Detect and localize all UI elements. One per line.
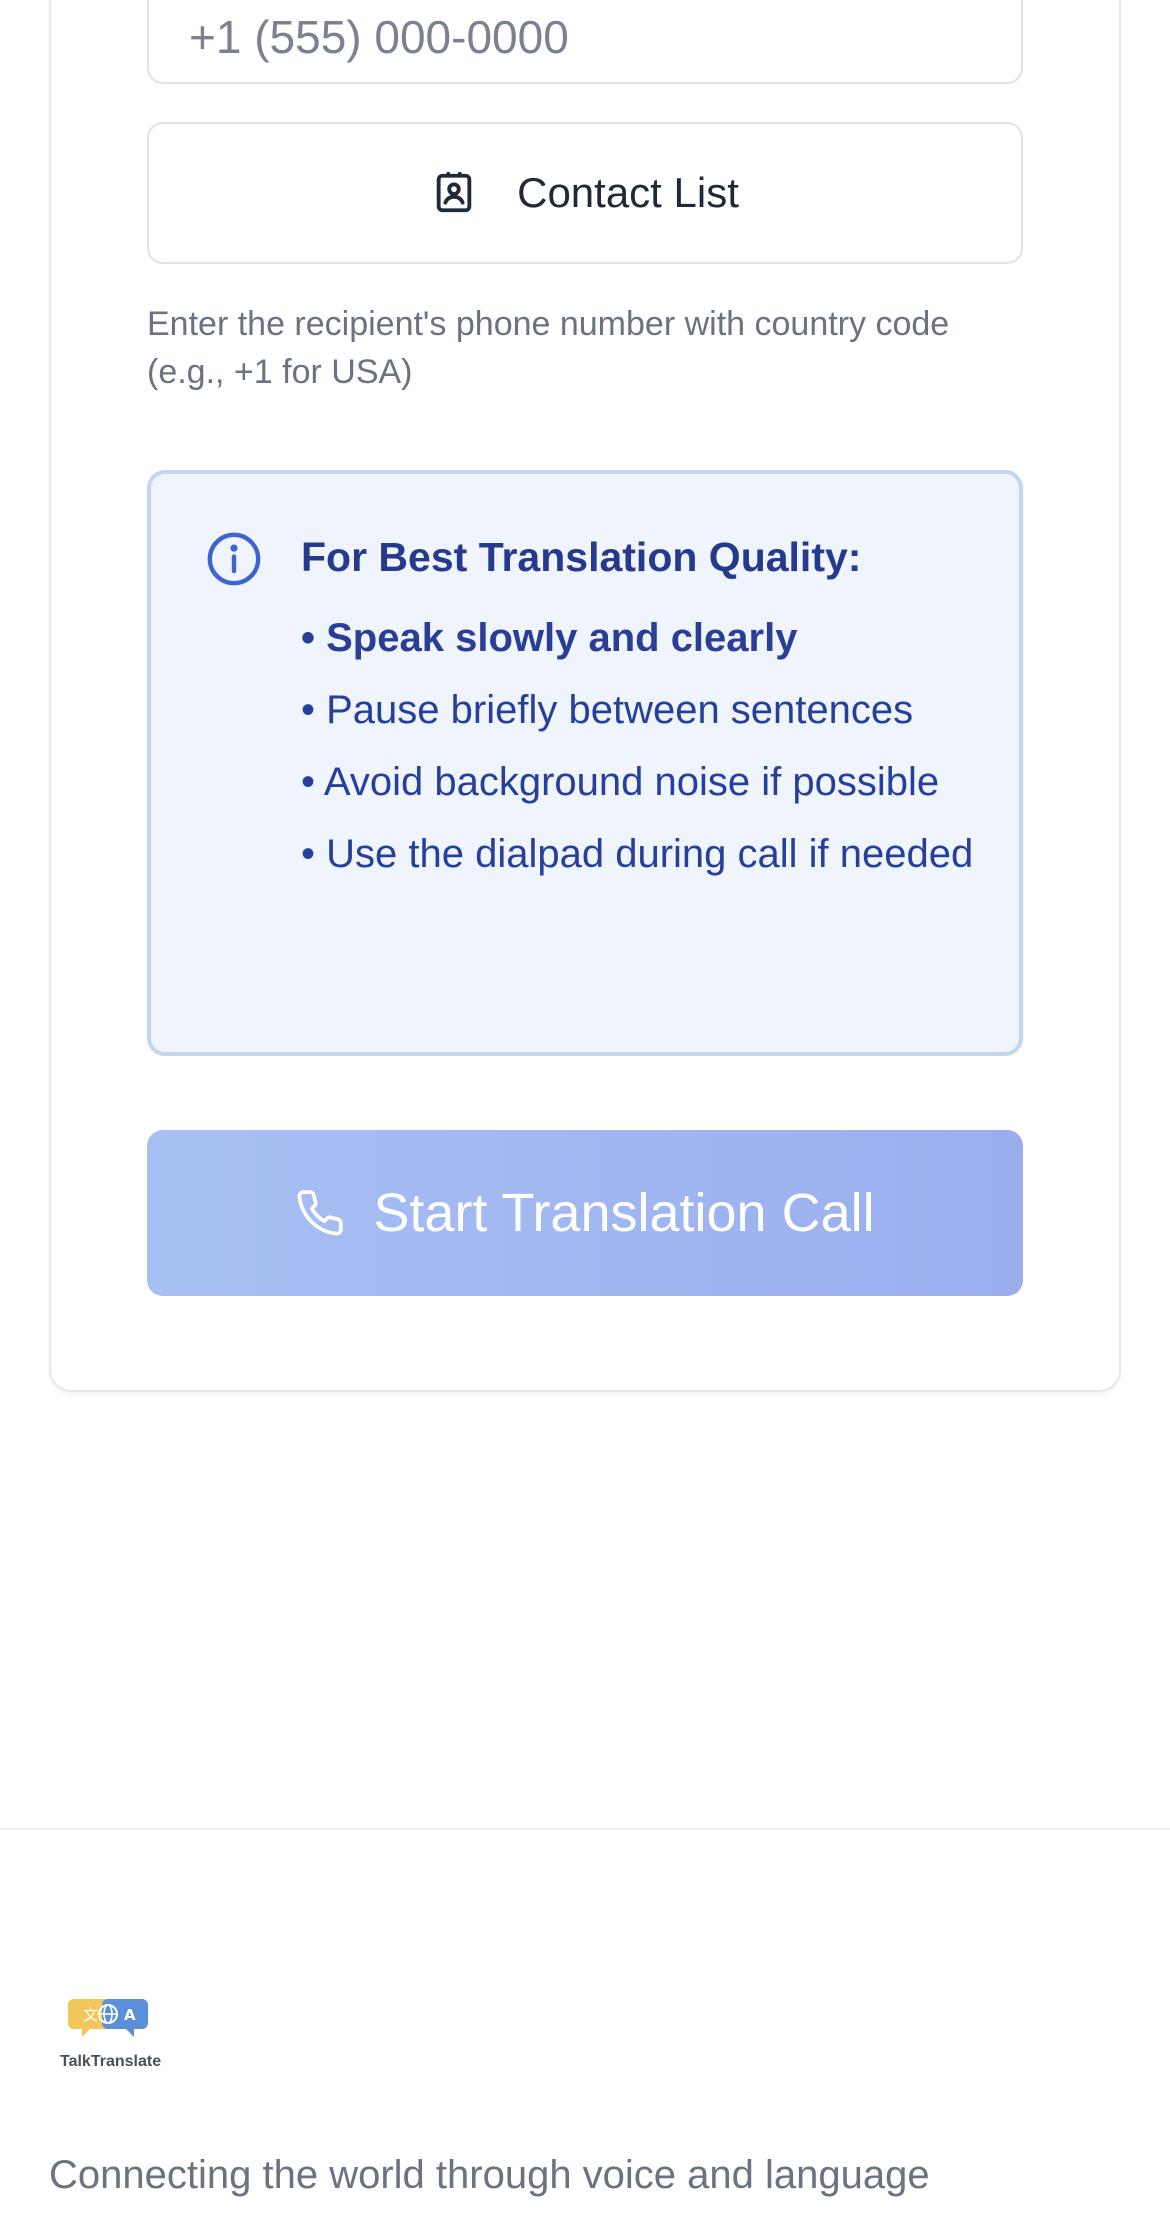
talktranslate-logo[interactable]: 文 A TalkTranslate [60, 1995, 162, 2075]
info-icon [207, 532, 261, 586]
svg-text:A: A [124, 2006, 136, 2024]
tip-item: • Use the dialpad during call if needed [301, 832, 974, 876]
phone-helper-text: Enter the recipient's phone number with … [147, 305, 950, 391]
contact-list-icon [436, 171, 472, 213]
footer-divider [0, 1828, 1170, 1830]
phone-icon [297, 1190, 344, 1236]
tips-title: For Best Translation Quality: [301, 534, 862, 580]
tip-item: • Pause briefly between sentences [301, 688, 914, 732]
logo-text: TalkTranslate [60, 2053, 162, 2070]
footer-tagline: Connecting the world through voice and l… [49, 2153, 930, 2197]
logo-icon: 文 A [68, 1999, 148, 2037]
start-call-label: Start Translation Call [373, 1183, 875, 1243]
contact-list-button[interactable]: Contact List [147, 122, 1023, 264]
phone-number-input[interactable] [147, 0, 1023, 84]
contact-list-label: Contact List [517, 169, 739, 216]
tips-list: • Speak slowly and clearly • Pause brief… [301, 608, 1001, 896]
tip-item: • Avoid background noise if possible [301, 760, 940, 804]
svg-text:文: 文 [83, 2006, 98, 2024]
start-translation-call-button[interactable]: Start Translation Call [147, 1130, 1023, 1296]
translation-tips-box: For Best Translation Quality: • Speak sl… [147, 470, 1023, 1056]
tip-item: • Speak slowly and clearly [301, 616, 798, 660]
